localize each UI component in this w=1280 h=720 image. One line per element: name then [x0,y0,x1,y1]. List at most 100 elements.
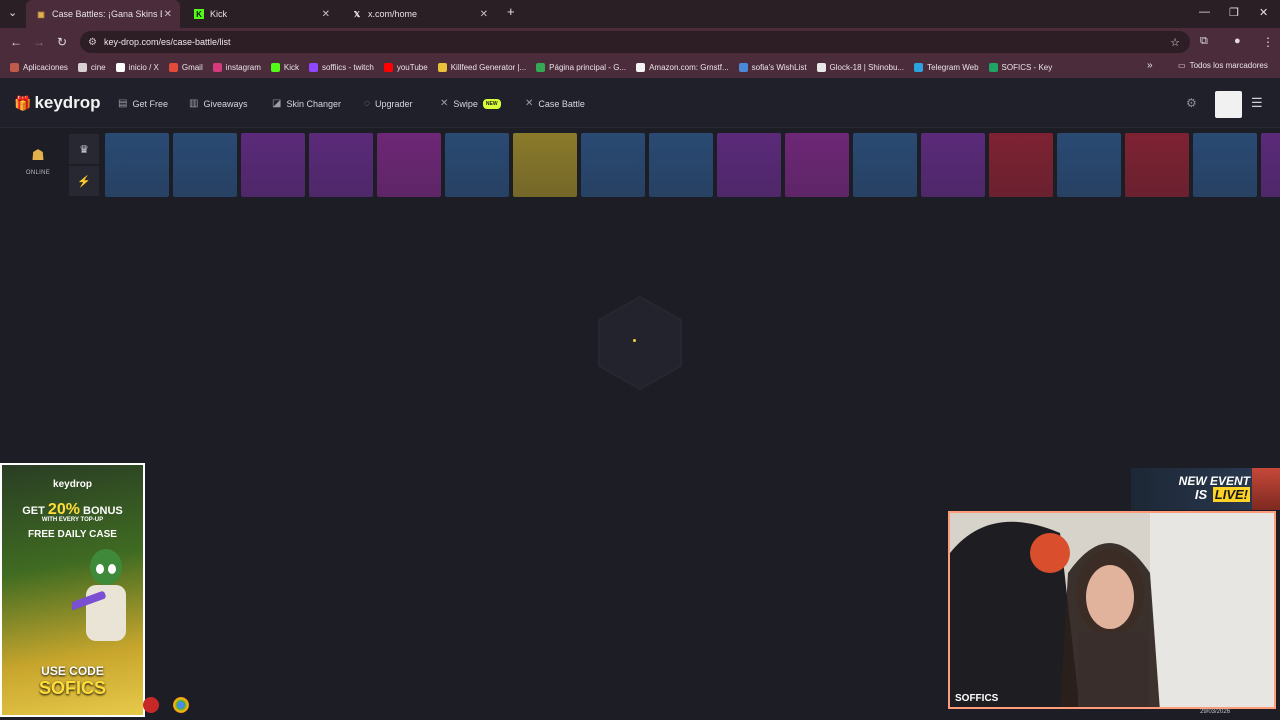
bookmark-item[interactable]: youTube [383,62,428,72]
nav-skin-changer[interactable]: ◪ Skin Changer [272,98,341,109]
live-drop-tile[interactable] [309,133,373,197]
tab-kick[interactable]: K Kick ✕ [184,0,338,28]
wishlist-icon [738,62,748,72]
bookmark-item[interactable]: sofia's WishList [738,62,807,72]
live-drop-tile[interactable] [1125,133,1189,197]
obs-icon[interactable] [143,697,159,713]
live-drop-tile[interactable] [377,133,441,197]
bookmark-item[interactable]: Glock-18 | Shinobu... [816,62,905,72]
tab-x[interactable]: 𝕏 x.com/home ✕ [342,0,496,28]
hamburger-menu-icon[interactable]: ☰ [1251,95,1263,111]
bookmark-item[interactable]: Aplicaciones [10,62,68,72]
settings-gear-icon[interactable]: ⚙ [1186,96,1197,110]
loading-spinner [598,295,682,391]
live-drop-tile[interactable] [989,133,1053,197]
toolbar: ← → ↻ ⚙ key-drop.com/es/case-battle/list… [0,28,1280,56]
bookmark-item[interactable]: Kick [270,62,299,72]
live-drop-tile[interactable] [445,133,509,197]
event-is: IS [1194,487,1211,502]
bookmark-item[interactable]: Telegram Web [914,62,979,72]
x-logo-icon [115,62,125,72]
live-drop-tile[interactable] [1261,133,1280,197]
url-text: key-drop.com/es/case-battle/list [104,37,231,47]
forward-icon[interactable]: → [33,35,45,49]
nav-upgrader[interactable]: ◌ Upgrader [364,98,412,109]
live-drop-tile[interactable] [649,133,713,197]
tab-case-battles[interactable]: ▣ Case Battles: ¡Gana Skins Épicos ✕ [26,0,180,28]
extensions-icon[interactable]: ⧉ [1200,35,1208,48]
user-avatar[interactable] [1215,91,1242,118]
bookmark-item[interactable]: inicio / X [115,62,159,72]
close-tab-icon[interactable]: ✕ [322,9,330,20]
bookmark-item[interactable]: Gmail [168,62,203,72]
new-event-banner: NEW EVENT IS LIVE! [1131,468,1280,510]
browser-menu-icon[interactable]: ⋮ [1262,35,1274,49]
online-label: ONLINE [25,170,51,176]
bookmark-item[interactable]: Killfeed Generator |... [437,62,527,72]
bookmarks-overflow-button[interactable]: » [1147,60,1153,71]
close-tab-icon[interactable]: ✕ [164,9,172,20]
bookmark-label: SOFICS - Key [1001,62,1053,72]
x-favicon-icon: 𝕏 [353,9,361,19]
live-drop-tile[interactable] [173,133,237,197]
promo-daily-case: FREE DAILY CASE [28,529,117,540]
nav-swipe[interactable]: ✕ Swipe NEW [440,98,501,109]
bookmark-item[interactable]: soffiics - twitch [308,62,374,72]
character-illustration-icon [72,549,126,641]
live-drop-tile[interactable] [921,133,985,197]
promo-brand: keydrop [53,479,92,490]
bookmark-star-icon[interactable]: ☆ [1170,36,1180,49]
live-drops-filter-button[interactable]: ⚡ [69,166,99,196]
loading-dot [633,339,636,342]
folder-icon [77,62,87,72]
new-badge: NEW [482,98,501,109]
bookmark-item[interactable]: cine [77,62,106,72]
live-drop-tile[interactable] [513,133,577,197]
nav-get-free[interactable]: ▤ Get Free [118,98,168,109]
nav-label: Swipe [453,98,478,109]
live-drop-tile[interactable] [1193,133,1257,197]
bookmark-item[interactable]: instagram [212,62,261,72]
site-info-icon[interactable]: ⚙ [88,37,97,48]
restore-icon[interactable]: ❐ [1229,6,1239,19]
upgrader-icon: ◌ [364,98,370,109]
bookmark-label: Telegram Web [927,62,979,72]
tab-search-icon[interactable]: ⌄ [8,6,17,19]
live-drop-tile[interactable] [785,133,849,197]
address-bar[interactable]: ⚙ key-drop.com/es/case-battle/list ☆ [80,31,1190,53]
chrome-icon[interactable] [173,697,189,713]
close-window-icon[interactable]: ✕ [1259,6,1268,19]
live-drop-tile[interactable] [853,133,917,197]
close-tab-icon[interactable]: ✕ [480,9,488,20]
new-tab-button[interactable]: + [507,4,515,19]
bookmark-item[interactable]: SOFICS - Key [988,62,1053,72]
all-bookmarks-label: Todos los marcadores [1189,61,1268,70]
webcam-name: SOFFICS [955,693,999,704]
taskbar-icons [143,697,203,713]
bookmark-item[interactable]: Amazon.com: Grnstf... [636,62,729,72]
sheets-icon [988,62,998,72]
tab-strip: ⌄ ▣ Case Battles: ¡Gana Skins Épicos ✕ K… [0,0,1280,28]
reload-icon[interactable]: ↻ [57,35,67,49]
back-icon[interactable]: ← [10,35,22,49]
live-drop-tile[interactable] [241,133,305,197]
keydrop-promo-banner: keydrop GET 20% BONUS WITH EVERY TOP-UP … [0,463,145,717]
keydrop-logo[interactable]: 🎁 keydrop [14,93,101,113]
live-drop-tile[interactable] [717,133,781,197]
bookmark-label: Glock-18 | Shinobu... [829,62,905,72]
all-bookmarks-folder[interactable]: ▭ Todos los marcadores [1178,61,1268,70]
bookmark-label: Killfeed Generator |... [450,62,527,72]
system-clock: 29/03/2026 [1200,709,1231,715]
bookmark-label: Página principal - G... [549,62,627,72]
profile-icon[interactable]: ● [1234,35,1241,47]
nav-case-battle[interactable]: ✕ Case Battle [525,98,585,109]
bookmark-item[interactable]: Página principal - G... [536,62,627,72]
nav-giveaways[interactable]: ▥ Giveaways [189,98,247,109]
live-drop-tile[interactable] [1057,133,1121,197]
nav-label: Giveaways [203,98,248,109]
lightning-icon: ⚡ [77,175,91,188]
minimize-icon[interactable]: — [1199,6,1210,18]
top-drops-filter-button[interactable]: ♛ [69,134,99,164]
live-drop-tile[interactable] [581,133,645,197]
live-drop-tile[interactable] [105,133,169,197]
